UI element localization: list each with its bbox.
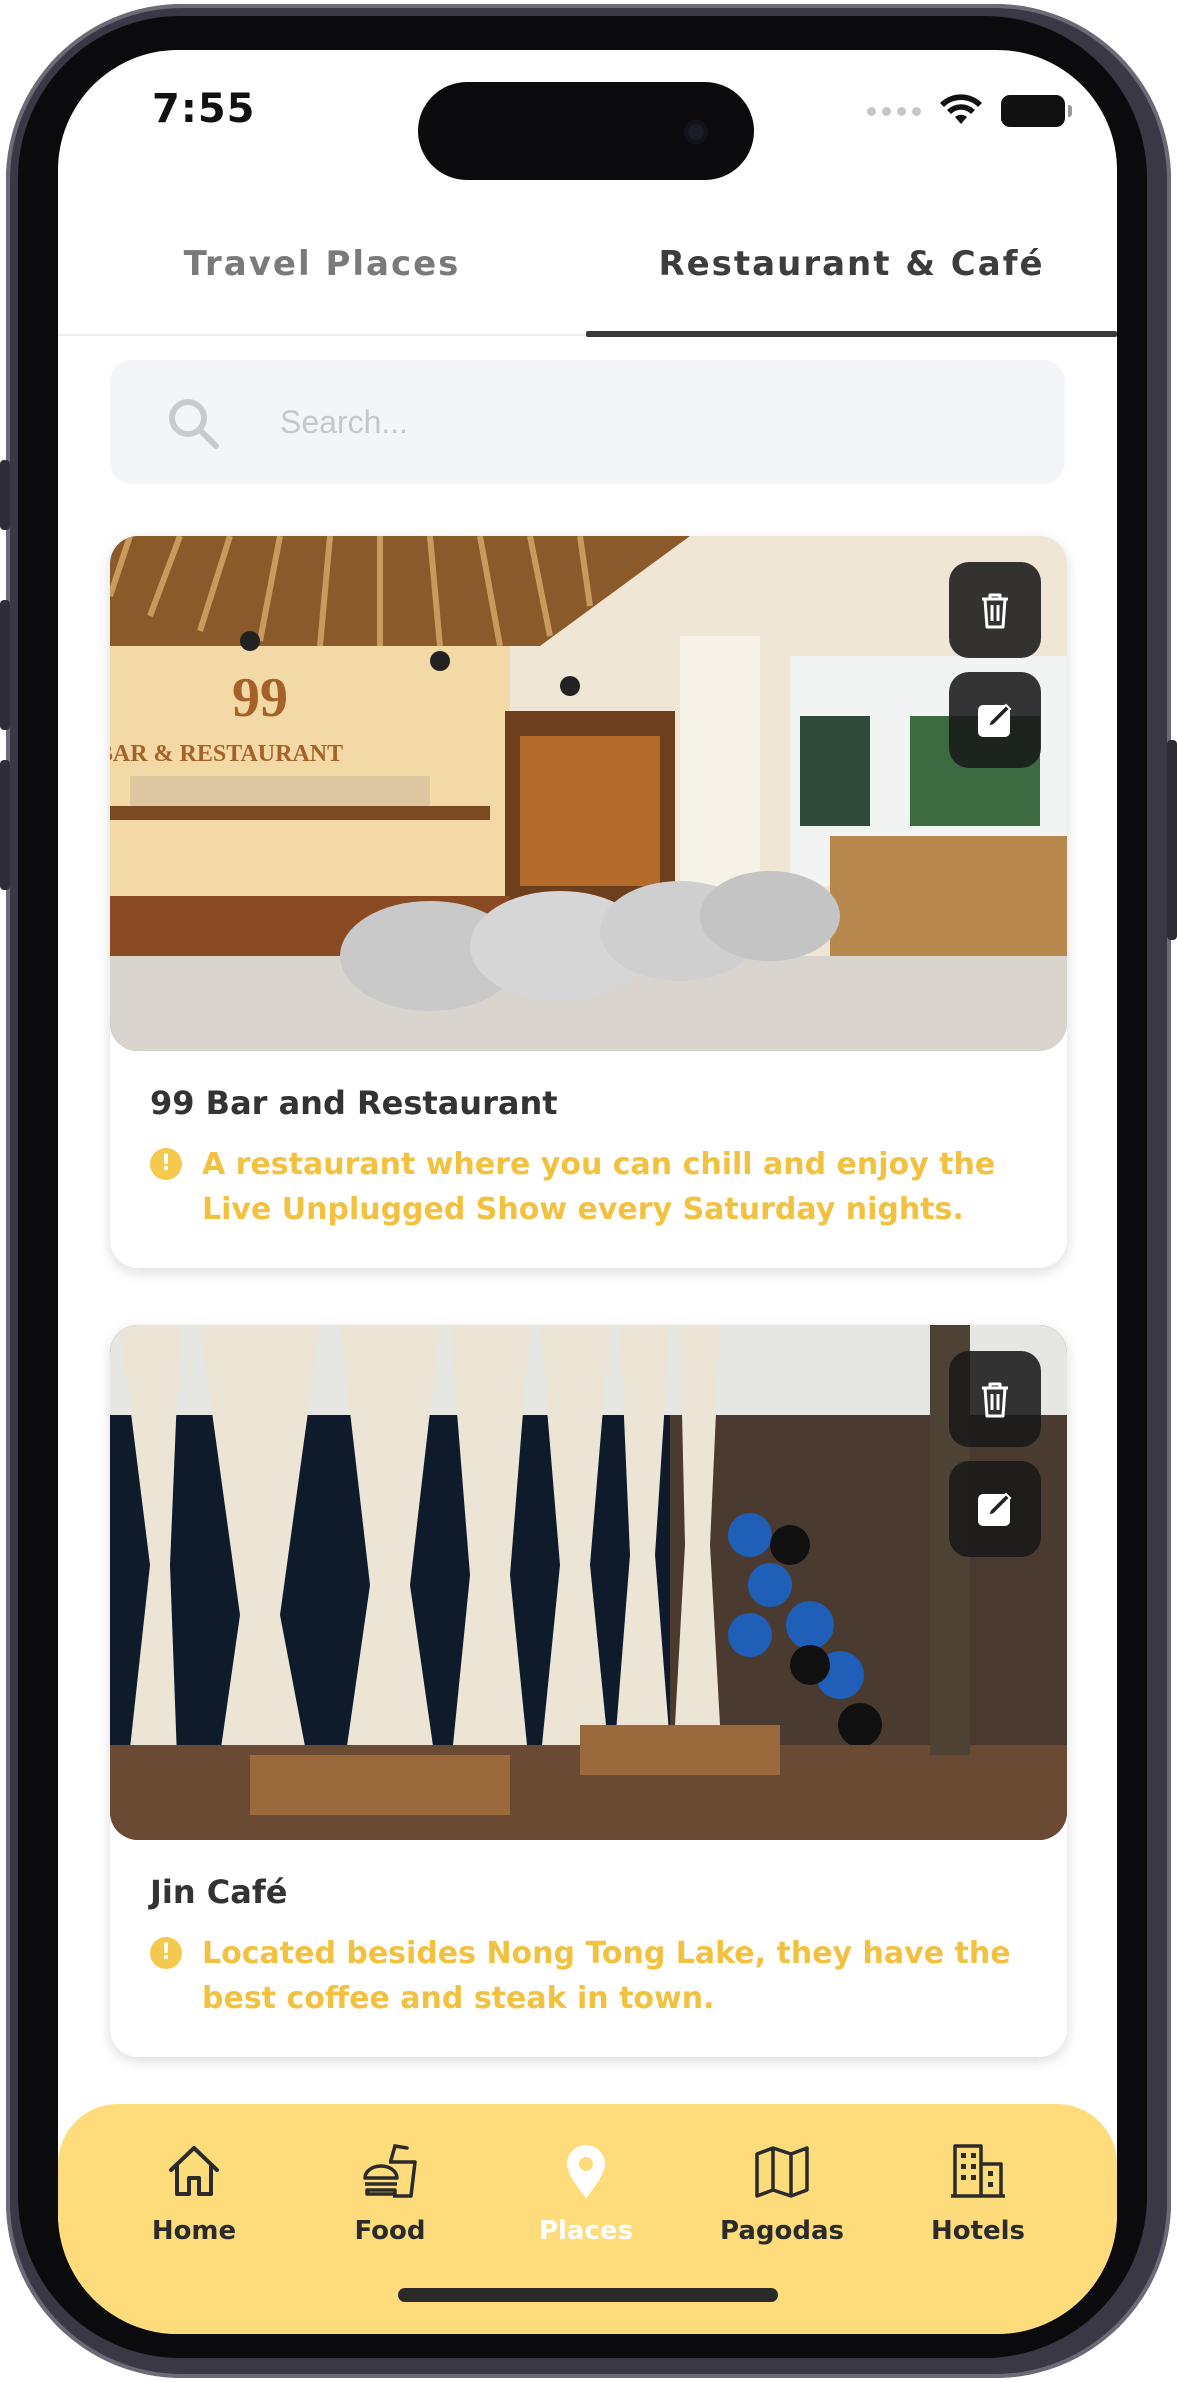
card-description-row: ! A restaurant where you can chill and e… [150, 1142, 1030, 1232]
nav-label: Home [151, 2216, 237, 2246]
place-card[interactable]: 99 BAR & RESTAURANT 99 Bar and Restauran… [110, 536, 1067, 1268]
edit-icon [978, 703, 1012, 737]
volume-down-button [0, 760, 10, 890]
status-time: 7:55 [152, 86, 256, 132]
sign-number: 99 [232, 667, 288, 729]
active-tab-indicator [586, 331, 1117, 337]
volume-up-button [0, 600, 10, 730]
tab-restaurant-cafe[interactable]: Restaurant & Café [586, 226, 1117, 336]
battery-icon [1001, 95, 1072, 127]
info-icon: ! [150, 1148, 182, 1180]
home-indicator[interactable] [398, 2288, 778, 2302]
nav-label: Pagodas [719, 2216, 844, 2246]
restaurant-photo: 99 BAR & RESTAURANT [110, 536, 1067, 1051]
action-button-side [0, 460, 10, 530]
food-icon [363, 2144, 417, 2198]
app-screen: 7:55 Travel Places Restaurant & Café Sea… [58, 50, 1117, 2334]
building-icon [951, 2144, 1005, 2198]
search-bar[interactable] [110, 360, 1065, 484]
dynamic-island [418, 82, 754, 180]
tab-bar: Travel Places Restaurant & Café [58, 226, 1117, 337]
card-title: 99 Bar and Restaurant [150, 1084, 558, 1122]
signal-icon [867, 106, 921, 116]
location-pin-icon [567, 2145, 605, 2198]
map-icon [755, 2146, 809, 2198]
nav-home[interactable]: Home [104, 2140, 284, 2246]
home-icon [169, 2146, 219, 2196]
tab-travel-places[interactable]: Travel Places [58, 226, 586, 336]
search-input[interactable] [280, 360, 1020, 484]
cafe-photo [110, 1325, 1067, 1840]
edit-button[interactable] [949, 1461, 1041, 1557]
camera-icon [684, 120, 708, 144]
trash-icon [982, 1382, 1008, 1418]
nav-pagodas[interactable]: Pagodas [692, 2140, 872, 2246]
search-icon [169, 399, 219, 449]
card-description-row: ! Located besides Nong Tong Lake, they h… [150, 1931, 1030, 2021]
delete-button[interactable] [949, 1351, 1041, 1447]
place-card[interactable]: Jin Café ! Located besides Nong Tong Lak… [110, 1325, 1067, 2057]
info-icon: ! [150, 1937, 182, 1969]
nav-hotels[interactable]: Hotels [888, 2140, 1068, 2246]
trash-icon [982, 593, 1008, 629]
power-button [1167, 740, 1177, 940]
nav-label: Food [354, 2216, 426, 2246]
nav-label: Places [538, 2216, 634, 2246]
card-description: A restaurant where you can chill and enj… [202, 1147, 996, 1227]
card-description: Located besides Nong Tong Lake, they hav… [202, 1936, 1011, 2016]
nav-places[interactable]: Places [496, 2140, 676, 2246]
wifi-icon [940, 94, 982, 124]
edit-icon [978, 1492, 1012, 1526]
edit-button[interactable] [949, 672, 1041, 768]
card-title: Jin Café [150, 1873, 288, 1911]
nav-food[interactable]: Food [300, 2140, 480, 2246]
nav-label: Hotels [930, 2216, 1026, 2246]
status-indicators [867, 94, 1072, 128]
sign-text: BAR & RESTAURANT [110, 741, 343, 767]
delete-button[interactable] [949, 562, 1041, 658]
